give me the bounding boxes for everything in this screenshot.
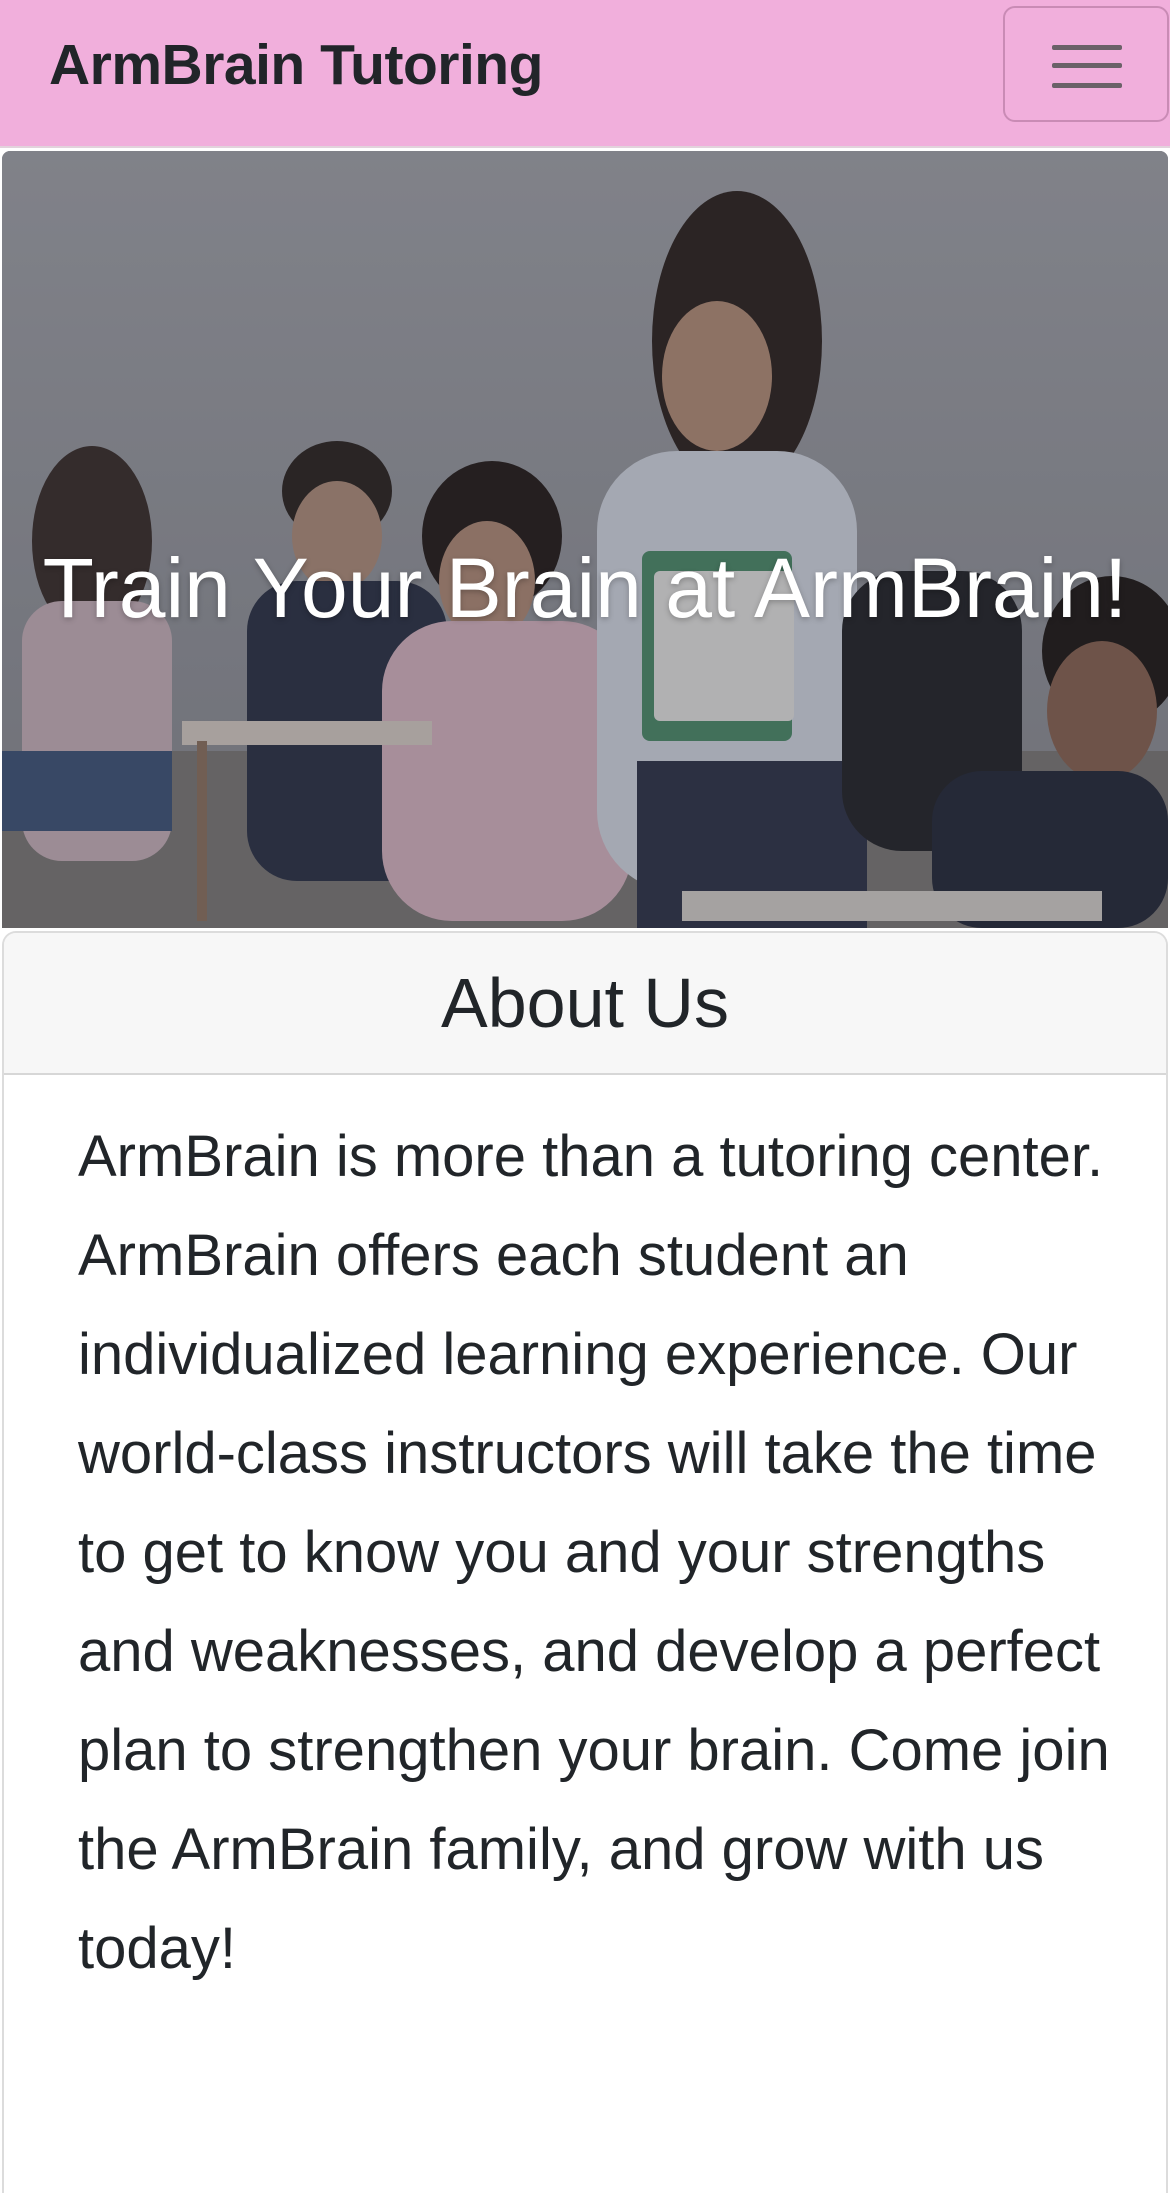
about-card: About Us ArmBrain is more than a tutorin… bbox=[2, 931, 1168, 2193]
about-body: ArmBrain is more than a tutoring center.… bbox=[4, 1075, 1118, 1998]
hero-image bbox=[2, 151, 1168, 928]
navbar-brand[interactable]: ArmBrain Tutoring bbox=[49, 30, 543, 100]
about-text: ArmBrain is more than a tutoring center.… bbox=[78, 1124, 1110, 1981]
about-heading: About Us bbox=[4, 933, 1166, 1075]
hero-title: Train Your Brain at ArmBrain! bbox=[42, 541, 1128, 635]
navbar: ArmBrain Tutoring bbox=[0, 0, 1170, 148]
hero-banner: Train Your Brain at ArmBrain! bbox=[2, 151, 1168, 928]
navbar-toggle-button[interactable] bbox=[1003, 6, 1169, 122]
